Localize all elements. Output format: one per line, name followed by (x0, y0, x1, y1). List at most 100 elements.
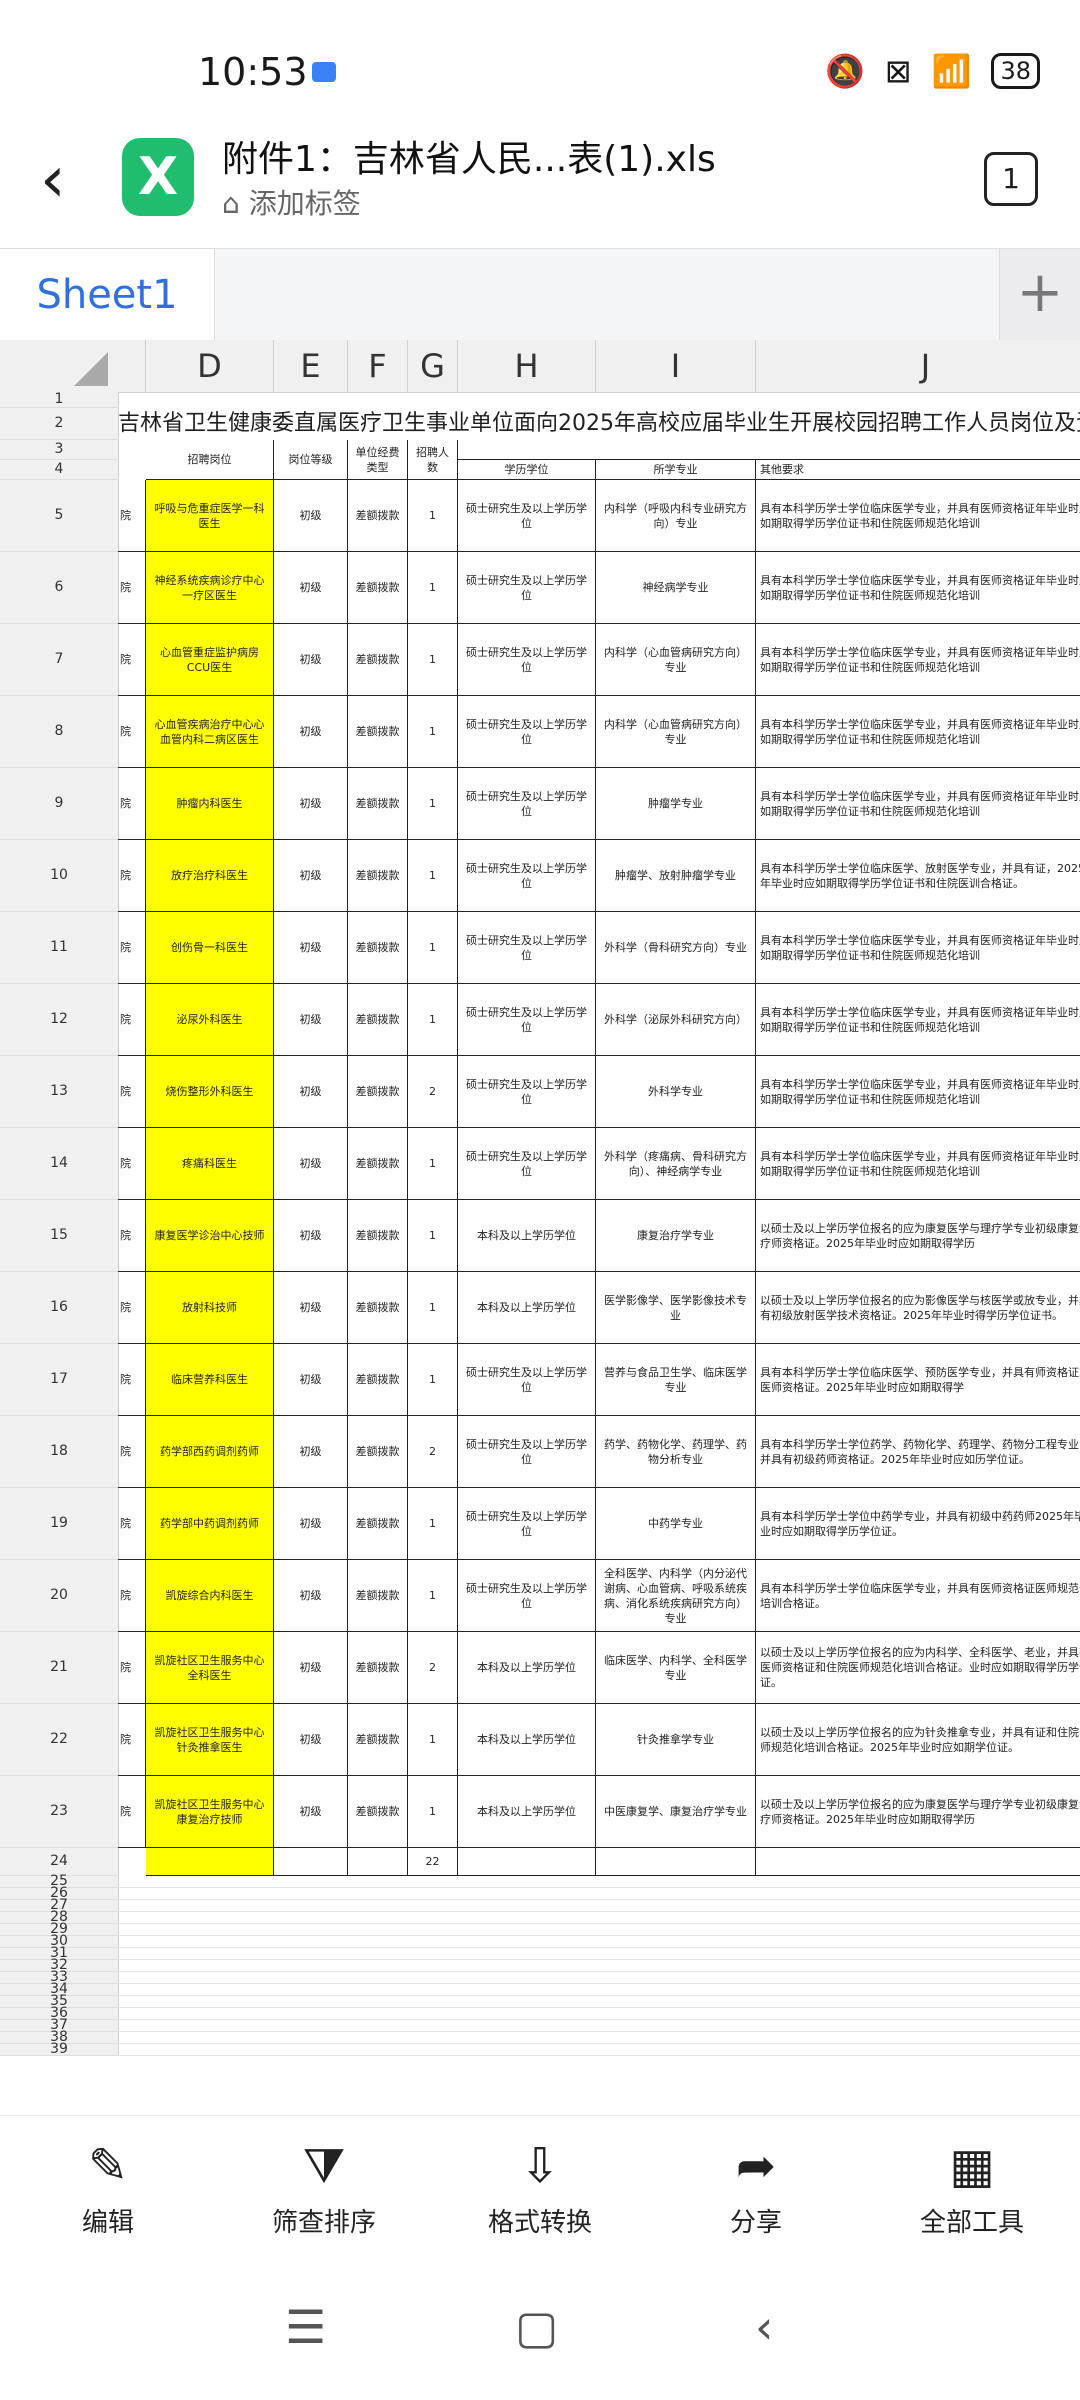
level-cell[interactable]: 初级 (274, 912, 348, 984)
row-header[interactable]: 12 (0, 984, 119, 1056)
count-cell[interactable]: 1 (408, 984, 458, 1056)
row-header[interactable]: 21 (0, 1632, 119, 1704)
major-cell[interactable]: 药学、药物化学、药理学、药物分析专业 (596, 1416, 756, 1488)
level-cell[interactable]: 初级 (274, 696, 348, 768)
empty-row[interactable] (118, 2032, 1080, 2044)
empty-row[interactable] (118, 2044, 1080, 2056)
total-level-cell[interactable] (274, 1848, 348, 1876)
post-cell[interactable]: 疼痛科医生 (146, 1128, 274, 1200)
level-cell[interactable]: 初级 (274, 1128, 348, 1200)
post-cell[interactable]: 凯旋社区卫生服务中心康复治疗技师 (146, 1776, 274, 1848)
add-tag-button[interactable]: ⌂ 添加标签 (222, 182, 361, 222)
count-cell[interactable]: 1 (408, 768, 458, 840)
empty-row[interactable] (118, 1924, 1080, 1936)
row-header[interactable]: 11 (0, 912, 119, 984)
count-cell[interactable]: 1 (408, 1560, 458, 1632)
empty-row[interactable] (118, 2020, 1080, 2032)
major-cell[interactable]: 外科学（泌尿外科研究方向） (596, 984, 756, 1056)
add-sheet-button[interactable]: + (999, 249, 1080, 341)
funding-cell[interactable]: 差额拨款 (348, 1632, 408, 1704)
row-header[interactable]: 19 (0, 1488, 119, 1560)
clipped-cell[interactable]: 院 (118, 1416, 146, 1488)
clipped-cell[interactable]: 院 (118, 1056, 146, 1128)
major-cell[interactable]: 神经病学专业 (596, 552, 756, 624)
major-cell[interactable]: 内科学（呼吸内科专业研究方向）专业 (596, 480, 756, 552)
row-header[interactable]: 17 (0, 1344, 119, 1416)
row-header[interactable]: 18 (0, 1416, 119, 1488)
column-header[interactable]: E (274, 340, 348, 393)
empty-row[interactable] (118, 1888, 1080, 1900)
count-cell[interactable]: 2 (408, 1416, 458, 1488)
level-cell[interactable]: 初级 (274, 984, 348, 1056)
major-cell[interactable]: 医学影像学、医学影像技术专业 (596, 1272, 756, 1344)
requirements-cell[interactable]: 具有本科学历学士学位药学、药物化学、药理学、药物分工程专业，并具有初级药师资格证… (756, 1416, 1080, 1488)
level-cell[interactable]: 初级 (274, 1344, 348, 1416)
funding-cell[interactable]: 差额拨款 (348, 696, 408, 768)
total-major-cell[interactable] (596, 1848, 756, 1876)
funding-cell[interactable]: 差额拨款 (348, 1560, 408, 1632)
post-cell[interactable]: 凯旋社区卫生服务中心针灸推拿医生 (146, 1704, 274, 1776)
funding-cell[interactable]: 差额拨款 (348, 480, 408, 552)
clipped-cell[interactable]: 院 (118, 1272, 146, 1344)
major-cell[interactable]: 全科医学、内科学（内分泌代谢病、心血管病、呼吸系统疾病、消化系统疾病研究方向）专… (596, 1560, 756, 1632)
empty-row[interactable] (118, 1972, 1080, 1984)
funding-cell[interactable]: 差额拨款 (348, 840, 408, 912)
requirements-cell[interactable]: 具有本科学历学士学位临床医学专业，并具有医师资格证年毕业时应如期取得学历学位证书… (756, 912, 1080, 984)
column-header[interactable]: D (146, 340, 274, 393)
degree-cell[interactable]: 本科及以上学历学位 (458, 1272, 596, 1344)
header-level[interactable]: 岗位等级 (274, 440, 348, 480)
degree-cell[interactable]: 硕士研究生及以上学历学位 (458, 552, 596, 624)
post-cell[interactable]: 康复医学诊治中心技师 (146, 1200, 274, 1272)
requirements-cell[interactable]: 以硕士及以上学历学位报名的应为针灸推拿专业，并具有证和住院医师规范化培训合格证。… (756, 1704, 1080, 1776)
degree-cell[interactable]: 本科及以上学历学位 (458, 1776, 596, 1848)
column-header[interactable]: F (348, 340, 408, 393)
funding-cell[interactable]: 差额拨款 (348, 1128, 408, 1200)
empty-row[interactable] (118, 2008, 1080, 2020)
clipped-cell[interactable]: 院 (118, 1632, 146, 1704)
share-button[interactable]: ➦ 分享 (666, 2136, 846, 2239)
total-post-cell[interactable] (146, 1848, 274, 1876)
column-header[interactable]: I (596, 340, 756, 393)
level-cell[interactable]: 初级 (274, 1056, 348, 1128)
clipped-cell[interactable]: 院 (118, 696, 146, 768)
count-cell[interactable]: 1 (408, 1128, 458, 1200)
post-cell[interactable]: 创伤骨一科医生 (146, 912, 274, 984)
funding-cell[interactable]: 差额拨款 (348, 912, 408, 984)
requirements-cell[interactable]: 具有本科学历学士学位临床医学专业，并具有医师资格证年毕业时应如期取得学历学位证书… (756, 480, 1080, 552)
degree-cell[interactable]: 硕士研究生及以上学历学位 (458, 1344, 596, 1416)
count-cell[interactable]: 1 (408, 1200, 458, 1272)
degree-cell[interactable]: 硕士研究生及以上学历学位 (458, 624, 596, 696)
row-header[interactable]: 22 (0, 1704, 119, 1776)
requirements-cell[interactable]: 具有本科学历学士学位临床医学专业，并具有医师资格证年毕业时应如期取得学历学位证书… (756, 696, 1080, 768)
funding-cell[interactable]: 差额拨款 (348, 552, 408, 624)
funding-cell[interactable]: 差额拨款 (348, 1488, 408, 1560)
empty-row[interactable] (118, 1900, 1080, 1912)
total-other-cell[interactable] (756, 1848, 1080, 1876)
row-header[interactable]: 23 (0, 1776, 119, 1848)
total-count-cell[interactable]: 22 (408, 1848, 458, 1876)
level-cell[interactable]: 初级 (274, 1488, 348, 1560)
clipped-cell[interactable]: 院 (118, 552, 146, 624)
row-header[interactable]: 7 (0, 624, 119, 696)
requirements-cell[interactable]: 具有本科学历学士学位临床医学、预防医学专业，并具有师资格证或医师资格证。2025… (756, 1344, 1080, 1416)
requirements-cell[interactable]: 具有本科学历学士学位临床医学专业，并具有医师资格证年毕业时应如期取得学历学位证书… (756, 624, 1080, 696)
requirements-cell[interactable]: 以硕士及以上学历学位报名的应为内科学、全科医学、老业，并具有医师资格证和住院医师… (756, 1632, 1080, 1704)
count-cell[interactable]: 2 (408, 1632, 458, 1704)
row-header[interactable]: 9 (0, 768, 119, 840)
count-cell[interactable]: 1 (408, 1704, 458, 1776)
level-cell[interactable]: 初级 (274, 1272, 348, 1344)
row-header[interactable]: 6 (0, 552, 119, 624)
clipped-cell[interactable]: 院 (118, 1704, 146, 1776)
requirements-cell[interactable]: 以硕士及以上学历学位报名的应为康复医学与理疗学专业初级康复治疗师资格证。2025… (756, 1200, 1080, 1272)
degree-cell[interactable]: 硕士研究生及以上学历学位 (458, 1416, 596, 1488)
all-tools-button[interactable]: ▦ 全部工具 (882, 2136, 1062, 2239)
row-header[interactable]: 4 (0, 460, 119, 480)
header-post[interactable]: 招聘岗位 (146, 440, 274, 480)
requirements-cell[interactable]: 具有本科学历学士学位临床医学专业，并具有医师资格证年毕业时应如期取得学历学位证书… (756, 1128, 1080, 1200)
format-convert-button[interactable]: ⇩ 格式转换 (450, 2136, 630, 2239)
major-cell[interactable]: 外科学（疼痛病、骨科研究方向）、神经病学专业 (596, 1128, 756, 1200)
requirements-cell[interactable]: 具有本科学历学士学位临床医学、放射医学专业，并具有证，2025年毕业时应如期取得… (756, 840, 1080, 912)
count-cell[interactable]: 1 (408, 1776, 458, 1848)
post-cell[interactable]: 心血管疾病治疗中心心血管内科二病区医生 (146, 696, 274, 768)
funding-cell[interactable]: 差额拨款 (348, 1272, 408, 1344)
